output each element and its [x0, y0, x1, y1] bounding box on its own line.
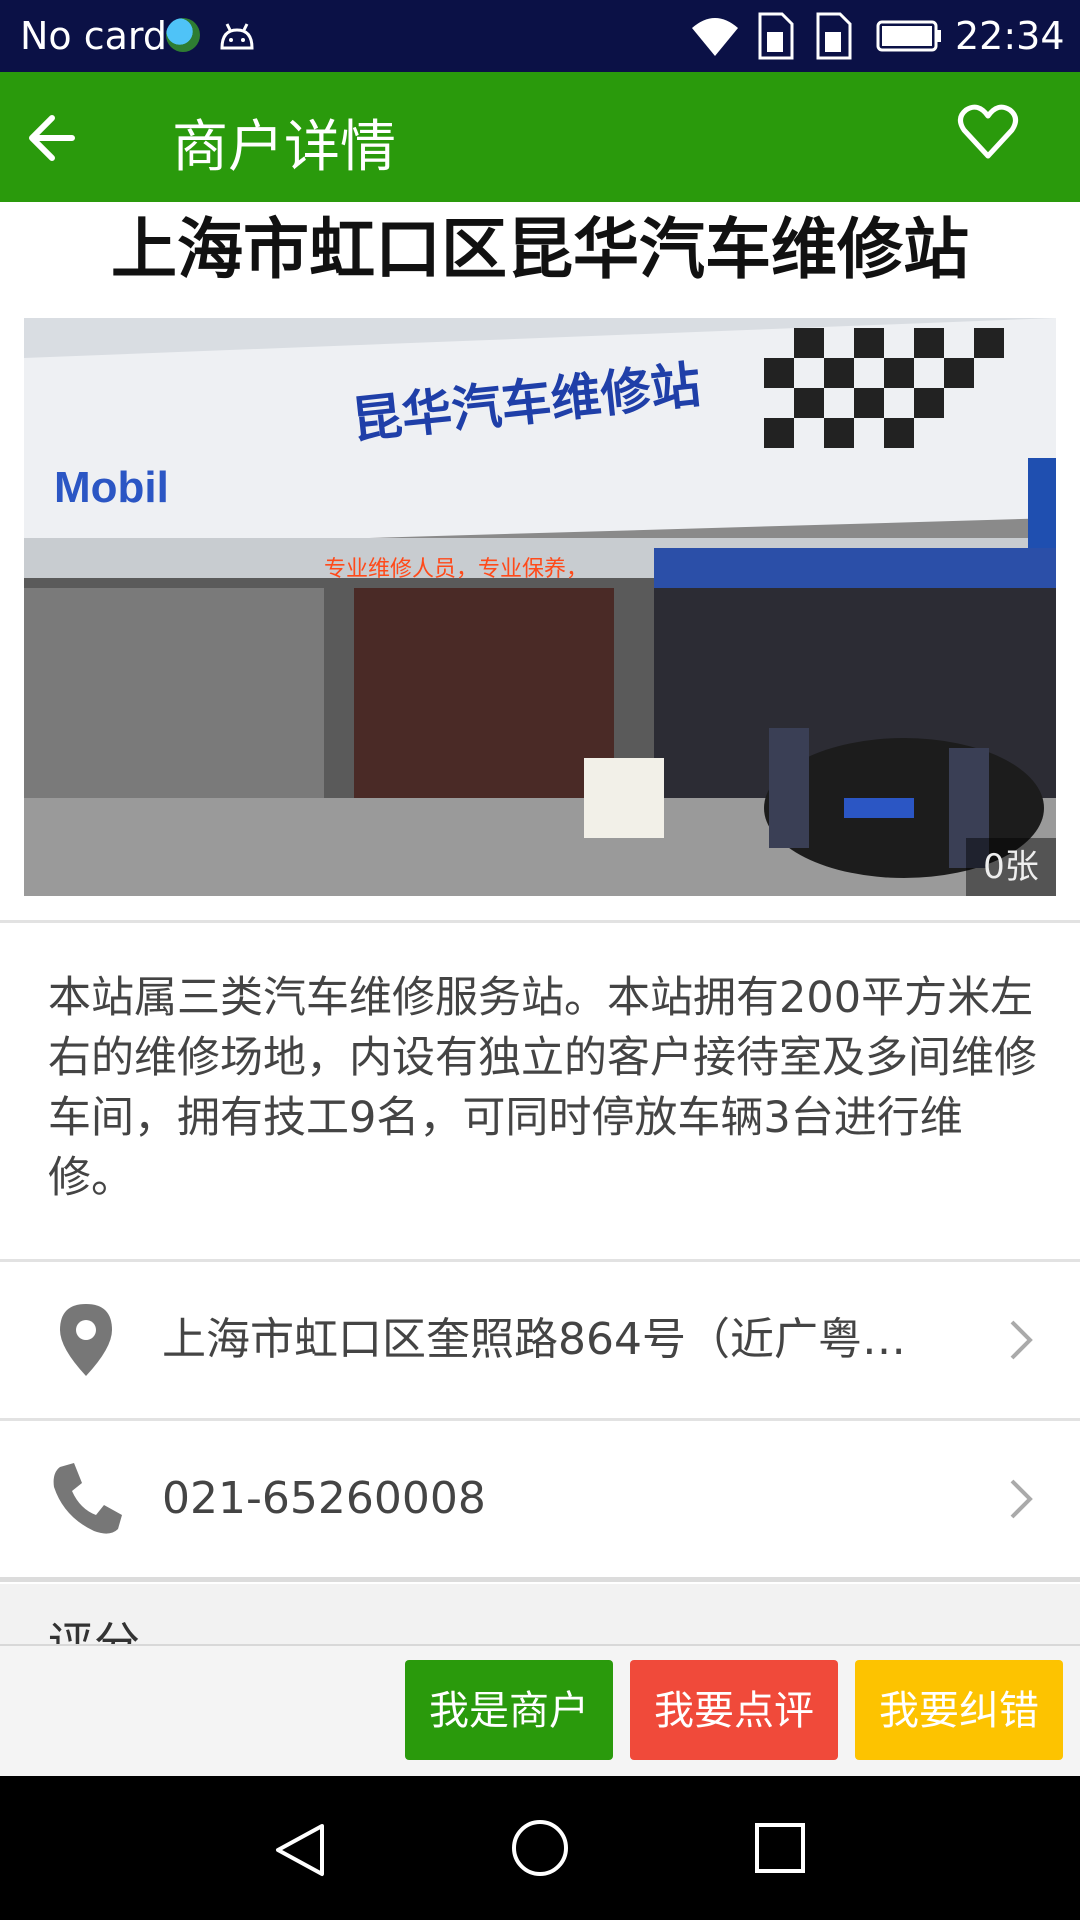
svg-text:Mobil: Mobil: [54, 463, 169, 512]
sim-icon: [758, 12, 794, 60]
clock: 22:34: [955, 14, 1065, 58]
status-bar: No card 22:34: [0, 0, 1080, 72]
photo-count-badge: 0张: [966, 838, 1056, 896]
page-title: 商户详情: [172, 115, 396, 180]
android-icon: [220, 23, 254, 50]
shop-description: 本站属三类汽车维修服务站。本站拥有200平方米左右的维修场地，内设有独立的客户接…: [48, 973, 1037, 1203]
phone-row[interactable]: 021-65260008: [0, 1421, 1080, 1577]
globe-icon: [166, 18, 200, 52]
svg-text:专业维修人员，专业保养，: 专业维修人员，专业保养，: [324, 557, 588, 582]
arrow-left-icon[interactable]: [22, 108, 82, 168]
shop-name: 上海市虹口区昆华汽车维修站: [111, 211, 969, 288]
heart-outline-icon[interactable]: [956, 100, 1020, 164]
i-am-merchant-button[interactable]: 我是商户: [405, 1660, 613, 1760]
shop-sign: 昆华汽车维修站: [354, 358, 703, 450]
battery-icon: [876, 20, 941, 52]
recents-square-icon[interactable]: [754, 1822, 806, 1874]
brand-logo: Mobil: [54, 463, 169, 512]
rating-section: 评分: [0, 1584, 1080, 1644]
rating-label: 评分: [48, 1617, 140, 1644]
back-triangle-icon[interactable]: [272, 1820, 328, 1880]
app-bar: 商户详情: [0, 72, 1080, 202]
phone-icon: [53, 1463, 122, 1534]
action-bar: 我是商户 我要点评 我要纠错: [0, 1644, 1080, 1778]
location-pin-icon: [60, 1304, 112, 1376]
sim-icon: [816, 12, 852, 60]
chevron-right-icon: [1010, 1479, 1033, 1519]
system-nav-bar: [0, 1776, 1080, 1920]
write-review-button[interactable]: 我要点评: [630, 1660, 838, 1760]
svg-text:昆华汽车维修站: 昆华汽车维修站: [354, 358, 703, 450]
led-ticker: 专业维修人员，专业保养，: [324, 557, 588, 582]
divider: [0, 920, 1080, 923]
address-row[interactable]: 上海市虹口区奎照路864号（近广粤…: [0, 1262, 1080, 1418]
home-circle-icon[interactable]: [510, 1818, 570, 1878]
carrier-label: No card: [20, 14, 168, 58]
report-error-button[interactable]: 我要纠错: [855, 1660, 1063, 1760]
shop-photo[interactable]: Mobil 昆华汽车维修站 专业维修人员，专业保养， 0张: [24, 318, 1056, 896]
address-text: 上海市虹口区奎照路864号（近广粤…: [162, 1314, 906, 1365]
chevron-right-icon: [1010, 1320, 1033, 1360]
divider: [0, 1577, 1080, 1582]
wifi-icon: [692, 18, 738, 56]
phone-number: 021-65260008: [162, 1473, 486, 1524]
